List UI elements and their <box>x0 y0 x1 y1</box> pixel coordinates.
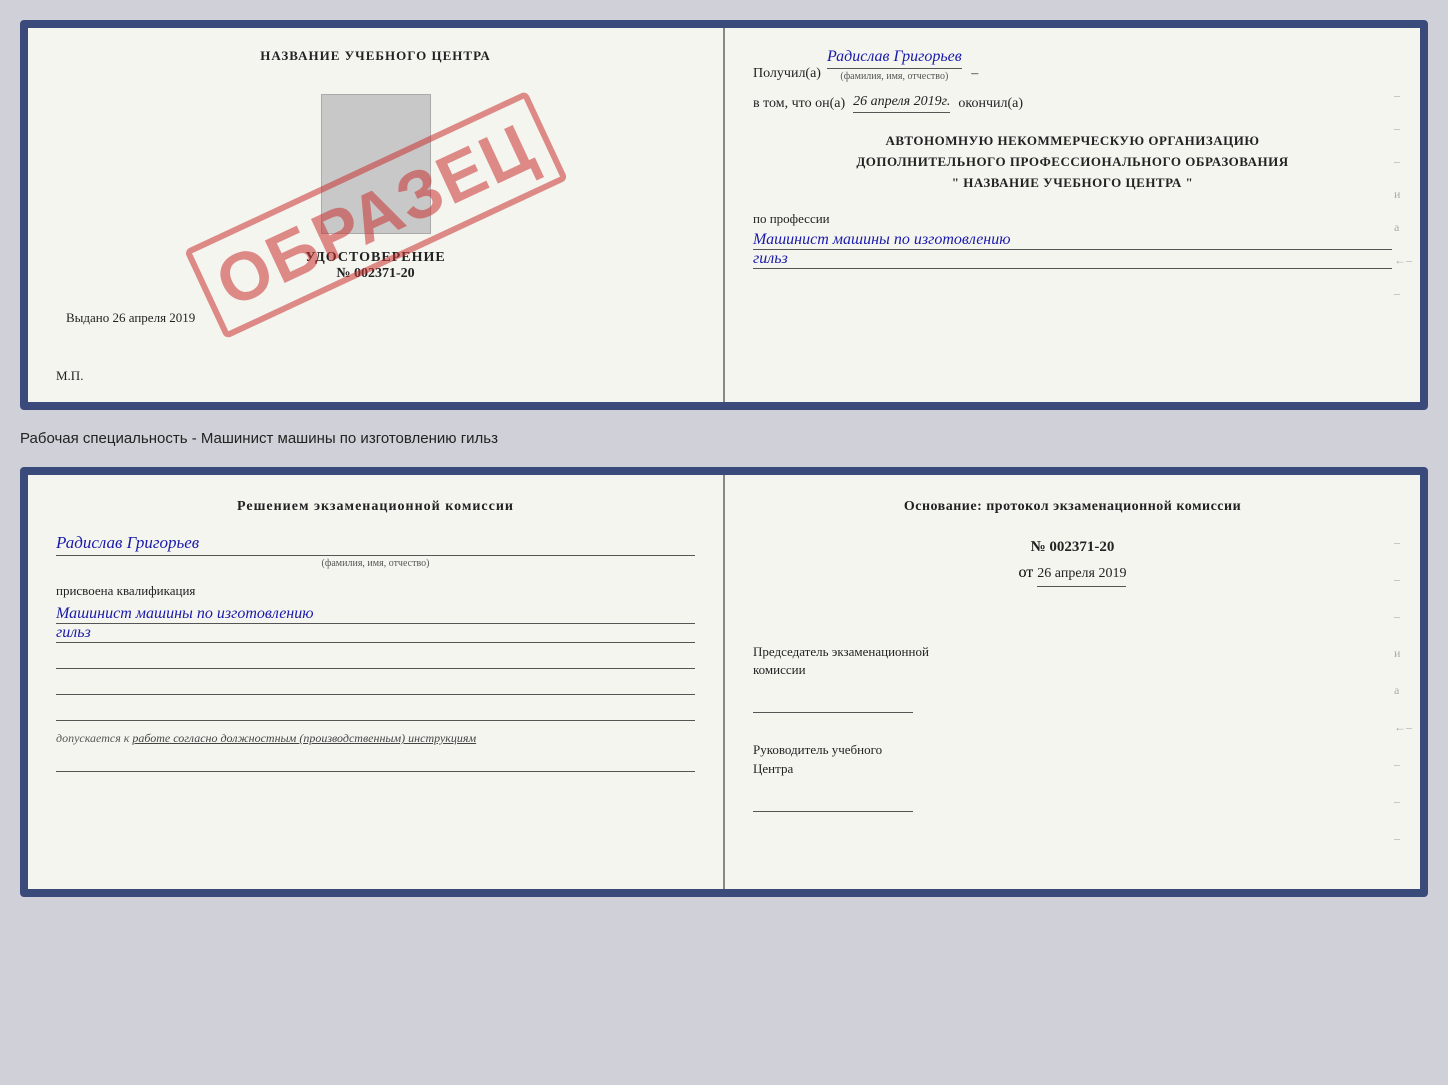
org-line3: " НАЗВАНИЕ УЧЕБНОГО ЦЕНТРА " <box>753 173 1392 194</box>
right-side-marks: – – – и а ←– – <box>1394 88 1412 301</box>
bmark1: – <box>1394 535 1412 550</box>
cert-title-block: УДОСТОВЕРЕНИЕ № 002371-20 <box>305 250 445 282</box>
protocol-date-prefix: от <box>1019 564 1034 581</box>
mark1: – <box>1394 88 1412 103</box>
received-name: Радислав Григорьев <box>827 48 962 69</box>
mp-label: М.П. <box>56 368 83 384</box>
chairman-title: Председатель экзаменационной комиссии <box>753 643 1392 679</box>
bmark7: – <box>1394 757 1412 772</box>
received-line: Получил(а) Радислав Григорьев (фамилия, … <box>753 48 1392 82</box>
protocol-date: 26 апреля 2019 <box>1037 566 1126 587</box>
bottom-doc-right: Основание: протокол экзаменационной коми… <box>725 475 1420 889</box>
top-doc-right: Получил(а) Радислав Григорьев (фамилия, … <box>725 28 1420 402</box>
protocol-date-wrapper: от 26 апреля 2019 <box>753 564 1392 615</box>
qualification-name1: Машинист машины по изготовлению <box>56 605 695 624</box>
mark2: – <box>1394 121 1412 136</box>
profession-block: по профессии Машинист машины по изготовл… <box>753 211 1392 269</box>
org-block: АВТОНОМНУЮ НЕКОММЕРЧЕСКУЮ ОРГАНИЗАЦИЮ ДО… <box>753 131 1392 193</box>
bmark3: – <box>1394 609 1412 624</box>
mark3: – <box>1394 154 1412 169</box>
empty-line3 <box>56 705 695 721</box>
org-line1: АВТОНОМНУЮ НЕКОММЕРЧЕСКУЮ ОРГАНИЗАЦИЮ <box>753 131 1392 152</box>
profession-name2: гильз <box>753 250 1392 269</box>
bmark4: и <box>1394 646 1412 661</box>
profession-prefix: по профессии <box>753 211 1392 227</box>
cert-photo-placeholder <box>321 94 431 234</box>
mark6: ←– <box>1394 253 1412 268</box>
date-value: 26 апреля 2019г. <box>853 94 950 113</box>
basis-title: Основание: протокол экзаменационной коми… <box>753 499 1392 515</box>
cert-issued-date: Выдано 26 апреля 2019 <box>56 310 195 326</box>
допускается-prefix: допускается к <box>56 731 129 745</box>
bmark5: а <box>1394 683 1412 698</box>
chairman-block: Председатель экзаменационной комиссии <box>753 643 1392 713</box>
mark5: а <box>1394 220 1412 235</box>
qualification-prefix: присвоена квалификация <box>56 583 695 599</box>
work-text: работе согласно должностным (производств… <box>132 731 476 745</box>
mark7: – <box>1394 286 1412 301</box>
profession-name1: Машинист машины по изготовлению <box>753 231 1392 250</box>
допускается-block: допускается к работе согласно должностны… <box>56 731 695 746</box>
date-line: в том, что он(а) 26 апреля 2019г. окончи… <box>753 94 1392 113</box>
bottom-right-marks: – – – и а ←– – – – <box>1394 535 1412 846</box>
bmark9: – <box>1394 831 1412 846</box>
bottom-person-name: Радислав Григорьев <box>56 533 695 556</box>
qualification-name2: гильз <box>56 624 695 643</box>
received-prefix: Получил(а) <box>753 66 821 82</box>
bmark2: – <box>1394 572 1412 587</box>
bottom-document: Решением экзаменационной комиссии Радисл… <box>20 467 1428 897</box>
date-prefix: в том, что он(а) <box>753 96 845 112</box>
mark4: и <box>1394 187 1412 202</box>
director-title: Руководитель учебного Центра <box>753 741 1392 777</box>
chairman-signature-line <box>753 697 913 713</box>
school-name-top: НАЗВАНИЕ УЧЕБНОГО ЦЕНТРА <box>260 48 491 64</box>
empty-line4 <box>56 756 695 772</box>
bmark6: ←– <box>1394 720 1412 735</box>
director-signature-line <box>753 796 913 812</box>
bottom-fio-hint: (фамилия, имя, отчество) <box>56 558 695 569</box>
specialty-label: Рабочая специальность - Машинист машины … <box>20 422 1428 455</box>
decision-title: Решением экзаменационной комиссии <box>56 499 695 515</box>
fio-hint-top: (фамилия, имя, отчество) <box>827 71 962 82</box>
top-doc-left: НАЗВАНИЕ УЧЕБНОГО ЦЕНТРА УДОСТОВЕРЕНИЕ №… <box>28 28 725 402</box>
empty-line1 <box>56 653 695 669</box>
finished-label: окончил(а) <box>958 96 1023 112</box>
top-document: НАЗВАНИЕ УЧЕБНОГО ЦЕНТРА УДОСТОВЕРЕНИЕ №… <box>20 20 1428 410</box>
cert-word: УДОСТОВЕРЕНИЕ <box>305 250 445 266</box>
director-block: Руководитель учебного Центра <box>753 741 1392 811</box>
bottom-doc-left: Решением экзаменационной комиссии Радисл… <box>28 475 725 889</box>
empty-line2 <box>56 679 695 695</box>
bmark8: – <box>1394 794 1412 809</box>
org-line2: ДОПОЛНИТЕЛЬНОГО ПРОФЕССИОНАЛЬНОГО ОБРАЗО… <box>753 152 1392 173</box>
protocol-number: № 002371-20 <box>753 539 1392 556</box>
cert-number: № 002371-20 <box>305 266 445 282</box>
